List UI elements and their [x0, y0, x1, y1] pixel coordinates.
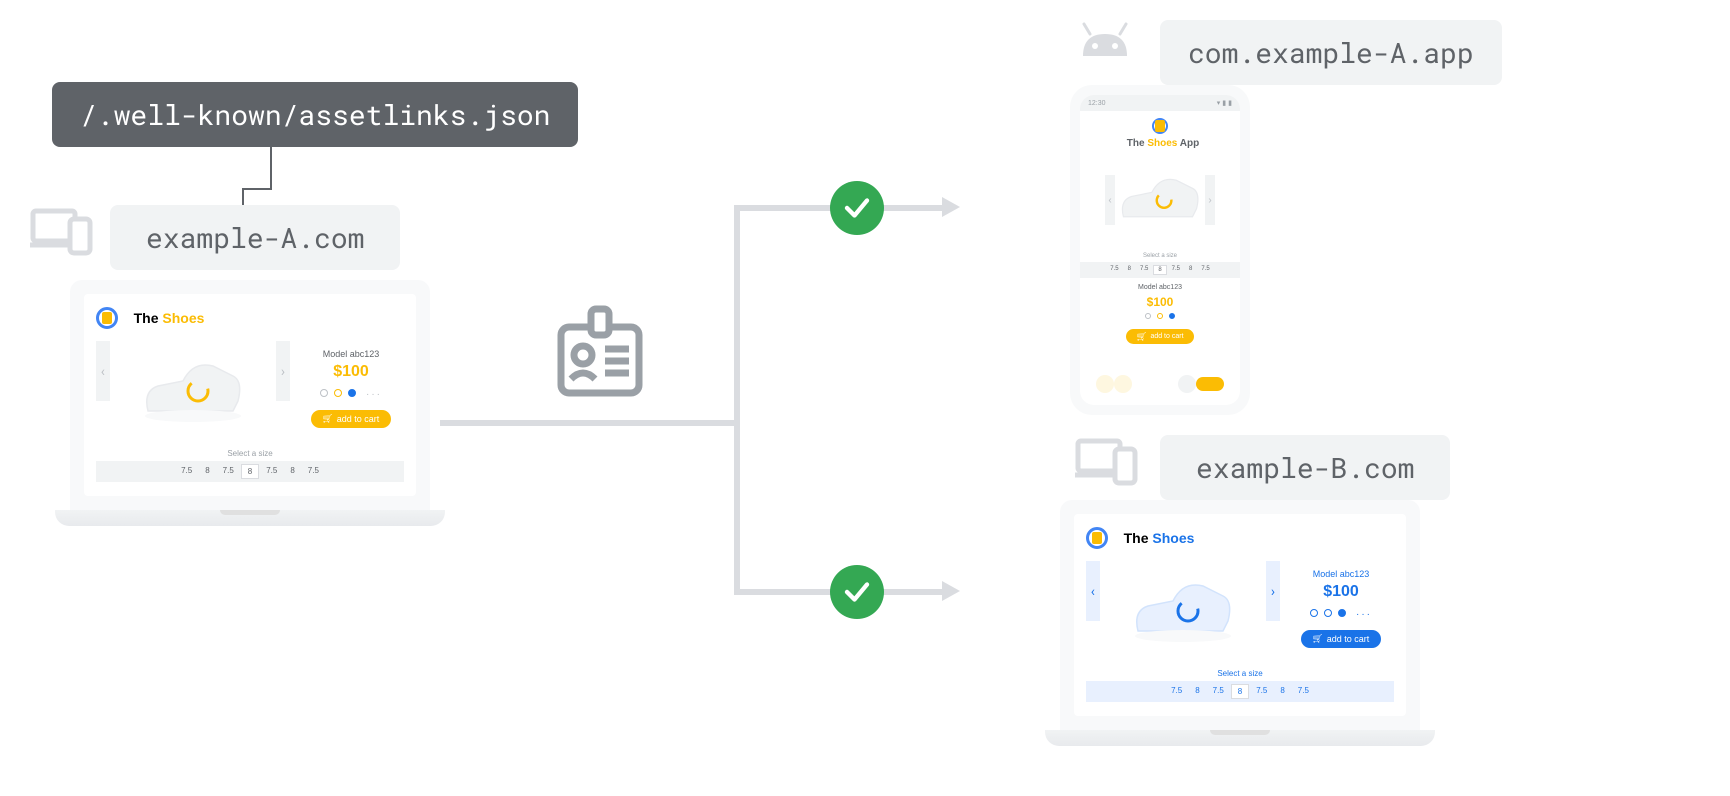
arrow-icon [942, 581, 960, 601]
color-swatches[interactable]: ··· [298, 389, 404, 400]
product-model: Model abc123 [1080, 284, 1240, 291]
carousel-next[interactable]: › [1266, 561, 1280, 621]
add-to-cart-button[interactable]: add to cart [1301, 630, 1382, 648]
arrow-icon [942, 197, 960, 217]
flow-line [440, 420, 740, 426]
android-icon [1075, 20, 1135, 60]
size-selector[interactable]: Select a size 7.587.587.587.5 [1086, 669, 1394, 702]
checkmark-icon [830, 565, 884, 619]
brand-logo-icon [96, 307, 118, 329]
add-to-cart-button[interactable]: add to cart [311, 410, 392, 428]
size-list: 7.587.587.587.5 [1086, 681, 1394, 702]
source-domain-label: example-A.com [110, 205, 400, 270]
assetlinks-path-label: /.well-known/assetlinks.json [52, 82, 578, 147]
brand-name: The Shoes [1124, 530, 1195, 546]
connector-horizontal [242, 188, 272, 190]
checkmark-icon [830, 181, 884, 235]
laptop-target: The Shoes ‹ › Model abc123 $100 ··· add … [1060, 500, 1430, 746]
devices-icon [30, 205, 96, 257]
product-model: Model abc123 [1288, 569, 1394, 579]
phone-bottom-nav[interactable] [1090, 373, 1230, 395]
app-package-label: com.example-A.app [1160, 20, 1502, 85]
connector-vertical [270, 140, 272, 190]
product-image [1115, 168, 1205, 233]
color-swatches[interactable]: ··· [1288, 609, 1394, 620]
color-swatches[interactable] [1080, 313, 1240, 319]
phone-statusbar: 12:30▾▮▮ [1080, 95, 1240, 111]
product-model: Model abc123 [298, 349, 404, 359]
home-icon[interactable] [1096, 375, 1114, 393]
laptop-source: The Shoes ‹ › Model abc123 $100 ··· add … [70, 280, 440, 526]
nav-icon[interactable] [1178, 375, 1196, 393]
size-selector[interactable]: Select a size 7.587.587.587.5 [1080, 253, 1240, 278]
brand-logo-icon [1152, 118, 1168, 134]
brand-name: The Shoes [134, 310, 205, 326]
nav-pill[interactable] [1196, 377, 1224, 391]
carousel-prev[interactable]: ‹ [1086, 561, 1100, 621]
product-price: $100 [298, 363, 404, 381]
flow-line [734, 205, 740, 595]
product-image [1108, 561, 1258, 661]
product-image [118, 341, 268, 441]
size-list: 7.587.587.587.5 [96, 461, 404, 482]
carousel-next[interactable]: › [276, 341, 290, 401]
carousel-prev[interactable]: ‹ [96, 341, 110, 401]
brand-name: The Shoes App [1086, 138, 1240, 149]
search-icon[interactable] [1114, 375, 1132, 393]
target-domain-label: example-B.com [1160, 435, 1450, 500]
add-to-cart-button[interactable]: add to cart [1126, 329, 1193, 344]
product-price: $100 [1080, 295, 1240, 309]
carousel-prev[interactable]: ‹ [1105, 175, 1115, 225]
phone-target: 12:30▾▮▮ The Shoes App ‹ › Select a size… [1070, 85, 1250, 415]
devices-icon [1075, 435, 1141, 487]
carousel-next[interactable]: › [1205, 175, 1215, 225]
size-selector[interactable]: Select a size 7.587.587.587.5 [96, 449, 404, 482]
connector-vertical-2 [242, 188, 244, 206]
product-price: $100 [1288, 583, 1394, 601]
credential-icon [555, 305, 645, 410]
brand-logo-icon [1086, 527, 1108, 549]
